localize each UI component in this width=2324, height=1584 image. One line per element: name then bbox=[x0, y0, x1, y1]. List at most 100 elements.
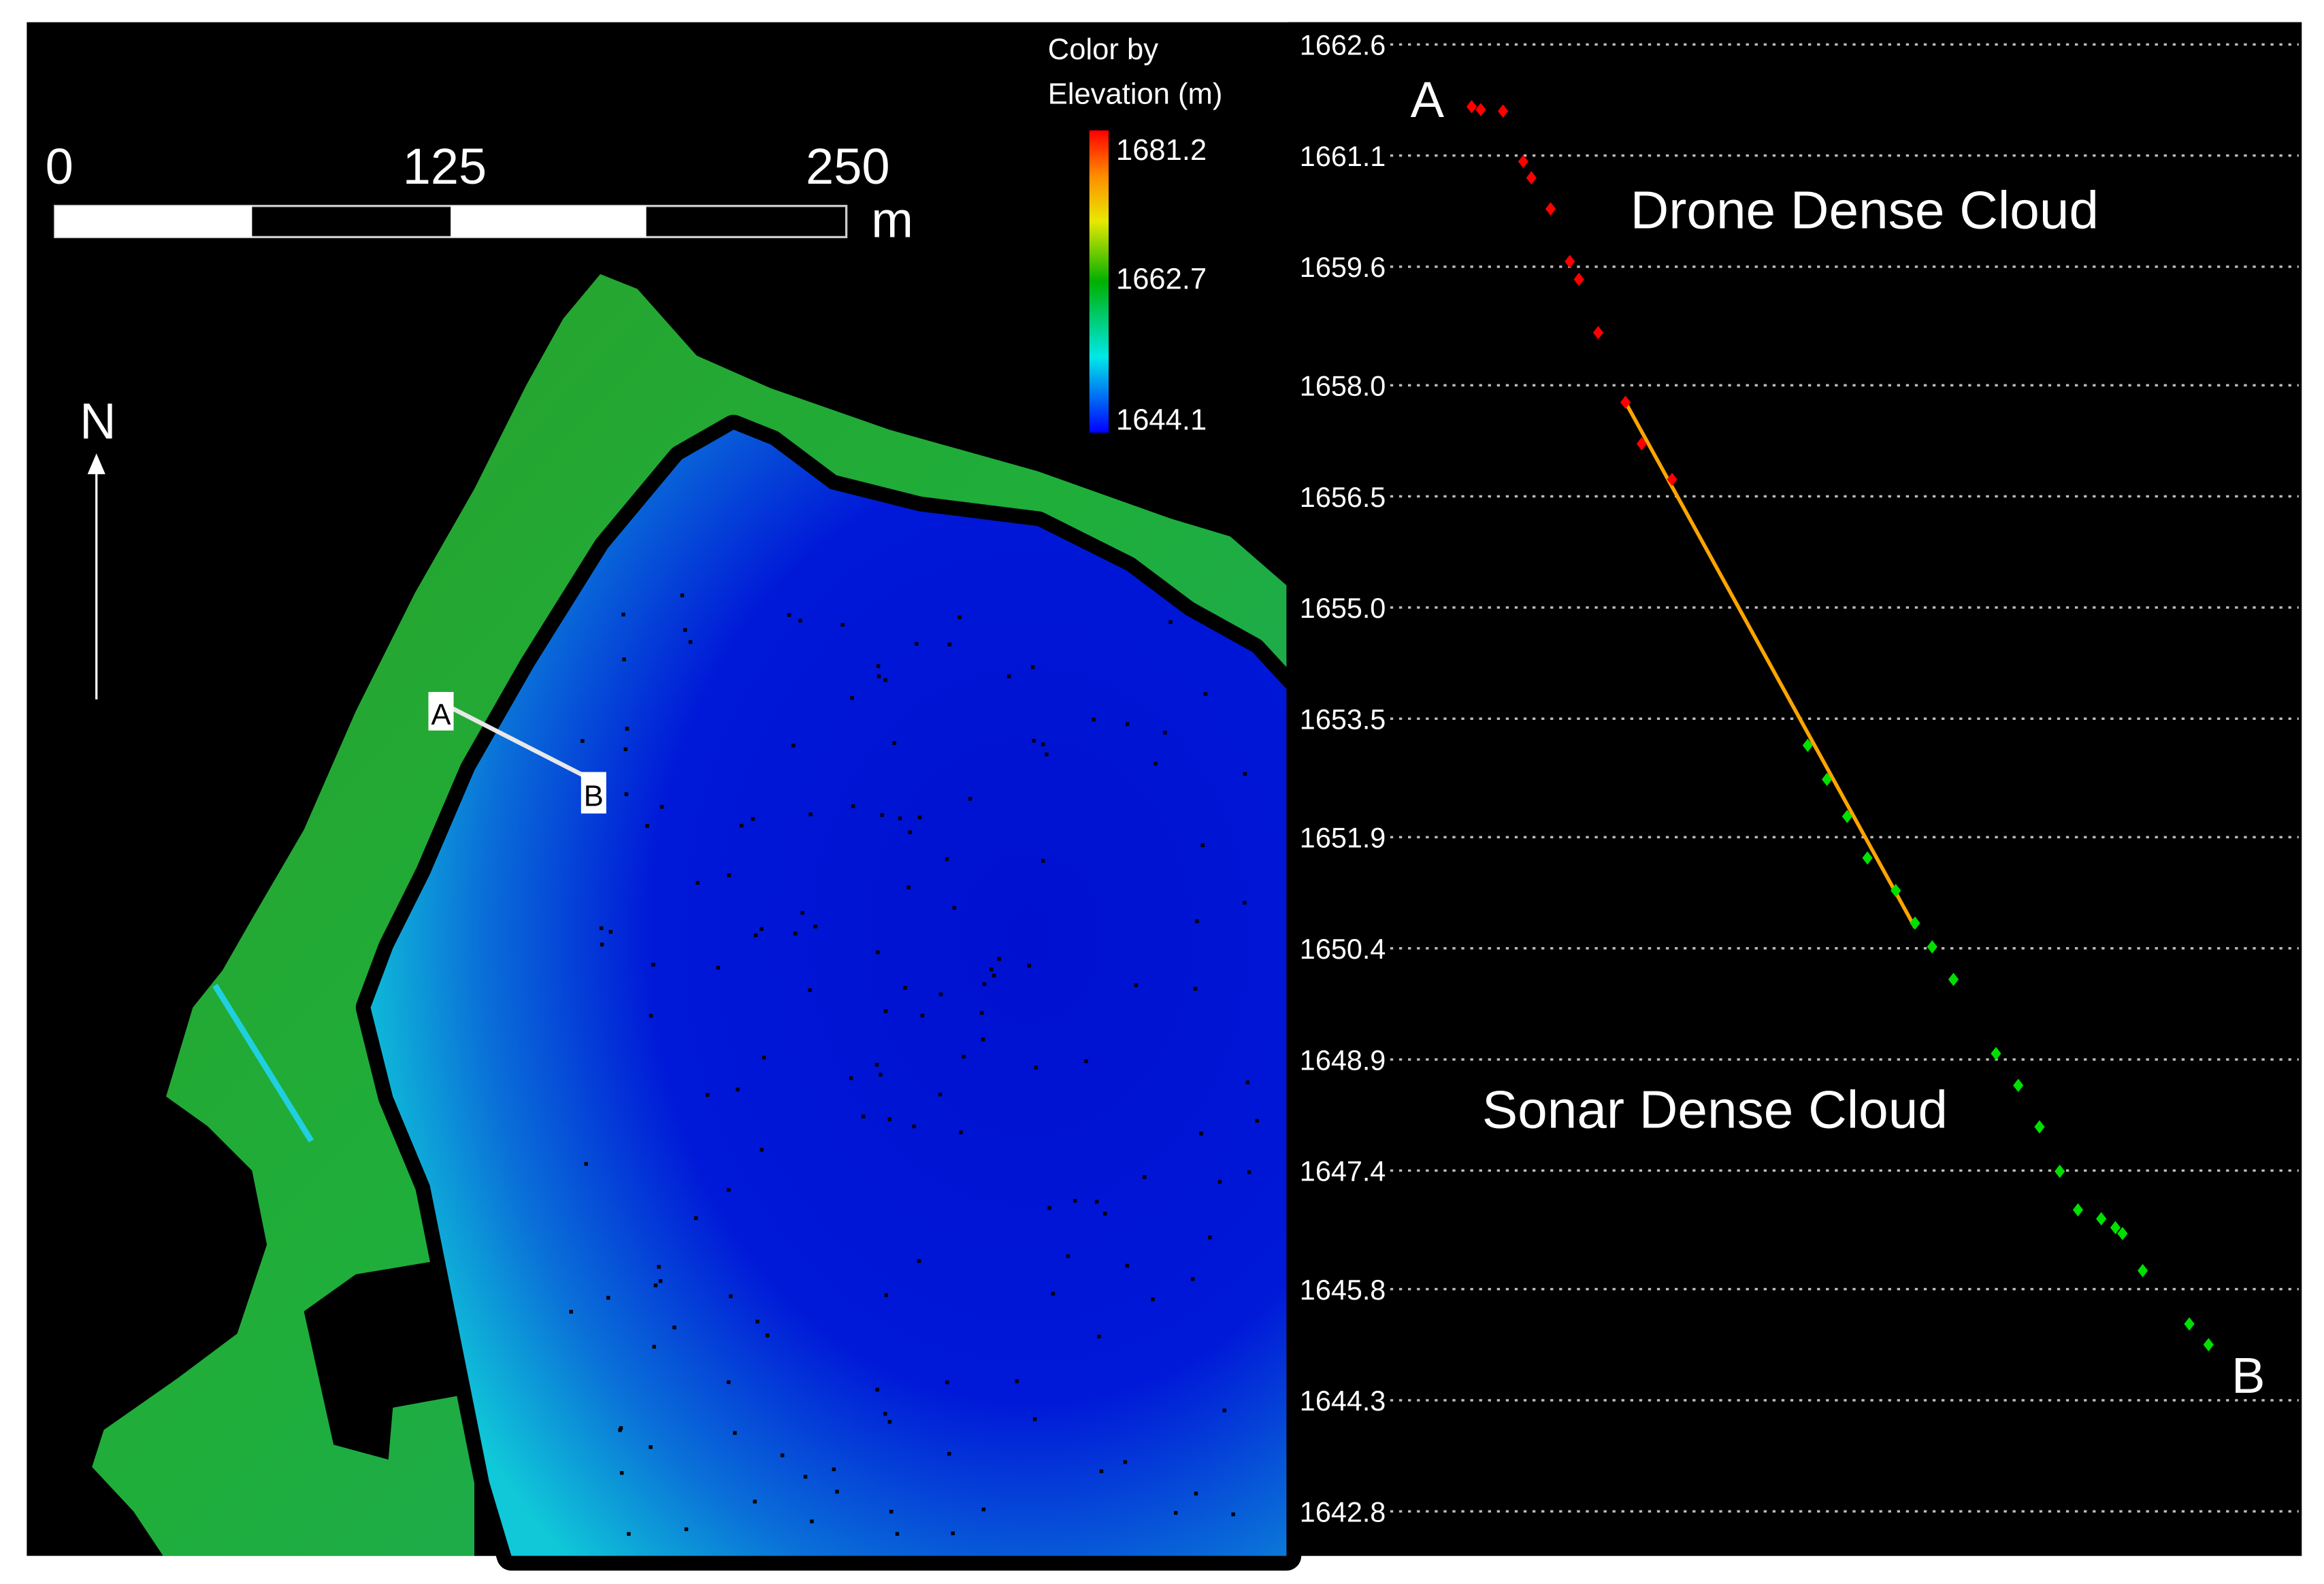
nodata-dot bbox=[599, 926, 604, 930]
profile-label-a: A bbox=[1411, 71, 1445, 128]
nodata-dot bbox=[1125, 1264, 1130, 1268]
nodata-dot bbox=[1134, 983, 1139, 987]
nodata-dot bbox=[917, 815, 922, 820]
nodata-dot bbox=[883, 1412, 887, 1416]
profile-background bbox=[1288, 22, 2302, 1556]
nodata-dot bbox=[981, 1037, 985, 1042]
y-tick-label: 1655.0 bbox=[1300, 593, 1386, 624]
nodata-dot bbox=[1208, 1235, 1212, 1240]
nodata-dot bbox=[659, 805, 664, 809]
nodata-dot bbox=[618, 1428, 622, 1432]
nodata-dot bbox=[716, 966, 721, 970]
nodata-dot bbox=[874, 1063, 879, 1067]
y-tick-label: 1658.0 bbox=[1300, 370, 1386, 401]
nodata-dot bbox=[980, 1010, 984, 1015]
nodata-dot bbox=[861, 1115, 866, 1119]
nodata-dot bbox=[835, 1489, 839, 1494]
nodata-dot bbox=[1047, 1206, 1051, 1210]
nodata-dot bbox=[898, 816, 902, 821]
nodata-dot bbox=[1027, 963, 1032, 968]
nodata-dot bbox=[958, 615, 962, 620]
nodata-dot bbox=[1041, 859, 1045, 863]
map-marker-a: A bbox=[431, 699, 451, 731]
nodata-dot bbox=[1123, 1460, 1128, 1464]
nodata-dot bbox=[938, 992, 943, 997]
nodata-dot bbox=[649, 1014, 653, 1018]
nodata-dot bbox=[945, 857, 949, 861]
nodata-dot bbox=[1073, 1198, 1077, 1203]
nodata-dot bbox=[624, 792, 629, 796]
nodata-dot bbox=[997, 957, 1001, 961]
nodata-dot bbox=[1200, 843, 1205, 848]
legend-max: 1681.2 bbox=[1116, 134, 1207, 167]
nodata-dot bbox=[945, 1380, 949, 1385]
nodata-dot bbox=[649, 1445, 653, 1449]
nodata-dot bbox=[947, 1451, 951, 1456]
nodata-dot bbox=[727, 873, 731, 878]
nodata-dot bbox=[606, 1296, 610, 1300]
nodata-dot bbox=[621, 612, 625, 616]
nodata-dot bbox=[1231, 1512, 1235, 1517]
nodata-dot bbox=[762, 1055, 766, 1060]
nodata-dot bbox=[850, 696, 854, 700]
nodata-dot bbox=[1126, 722, 1130, 726]
nodata-dot bbox=[1195, 919, 1199, 923]
nodata-dot bbox=[895, 1532, 900, 1536]
nodata-dot bbox=[849, 1076, 853, 1080]
y-tick-label: 1661.1 bbox=[1300, 141, 1386, 172]
y-tick-label: 1653.5 bbox=[1300, 704, 1386, 735]
nodata-dot bbox=[753, 934, 758, 938]
nodata-dot bbox=[1034, 1066, 1038, 1070]
nodata-dot bbox=[1247, 1170, 1251, 1174]
nodata-dot bbox=[733, 1431, 737, 1435]
nodata-dot bbox=[645, 824, 649, 828]
y-tick-label: 1659.6 bbox=[1300, 252, 1386, 283]
nodata-dot bbox=[1092, 717, 1096, 722]
nodata-dot bbox=[952, 906, 956, 910]
nodata-dot bbox=[1045, 753, 1049, 757]
annotation-drone-dense-cloud: Drone Dense Cloud bbox=[1631, 180, 2099, 240]
nodata-dot bbox=[695, 880, 700, 885]
y-tick-label: 1642.8 bbox=[1300, 1497, 1386, 1528]
legend-title-line2: Elevation (m) bbox=[1048, 78, 1223, 110]
nodata-dot bbox=[1151, 1297, 1155, 1302]
legend-min: 1644.1 bbox=[1116, 404, 1207, 437]
nodata-dot bbox=[584, 1161, 588, 1166]
nodata-dot bbox=[1051, 1291, 1055, 1296]
nodata-dot bbox=[1015, 1379, 1019, 1383]
nodata-dot bbox=[1066, 1254, 1070, 1258]
scale-bar-segment bbox=[54, 205, 252, 237]
nodata-dot bbox=[684, 1527, 689, 1532]
nodata-dot bbox=[619, 1471, 624, 1475]
nodata-dot bbox=[608, 929, 613, 934]
nodata-dot bbox=[968, 797, 972, 801]
nodata-dot bbox=[959, 1130, 963, 1134]
y-tick-label: 1651.9 bbox=[1300, 823, 1386, 854]
nodata-dot bbox=[727, 1188, 731, 1192]
nodata-dot bbox=[658, 1279, 663, 1283]
nodata-dot bbox=[808, 988, 812, 992]
nodata-dot bbox=[766, 1333, 770, 1338]
y-tick-label: 1644.3 bbox=[1300, 1385, 1386, 1417]
nodata-dot bbox=[883, 678, 887, 682]
legend-title-line1: Color by bbox=[1048, 33, 1158, 66]
profile-label-b: B bbox=[2231, 1347, 2265, 1404]
scale-unit: m bbox=[871, 191, 913, 248]
nodata-dot bbox=[1194, 1491, 1198, 1496]
y-tick-label: 1647.4 bbox=[1300, 1156, 1386, 1187]
nodata-dot bbox=[1243, 900, 1247, 905]
nodata-dot bbox=[989, 968, 994, 972]
nodata-dot bbox=[808, 812, 813, 816]
nodata-dot bbox=[1163, 731, 1167, 735]
nodata-dot bbox=[887, 1419, 892, 1424]
legend-mid: 1662.7 bbox=[1116, 263, 1207, 296]
nodata-dot bbox=[627, 1532, 631, 1536]
map-marker-b: B bbox=[584, 780, 604, 813]
nodata-dot bbox=[1084, 1059, 1088, 1063]
nodata-dot bbox=[1143, 1175, 1147, 1179]
nodata-dot bbox=[729, 1294, 733, 1298]
nodata-dot bbox=[622, 657, 626, 661]
nodata-dot bbox=[1032, 738, 1036, 743]
nodata-dot bbox=[755, 1319, 759, 1324]
nodata-dot bbox=[683, 628, 687, 632]
